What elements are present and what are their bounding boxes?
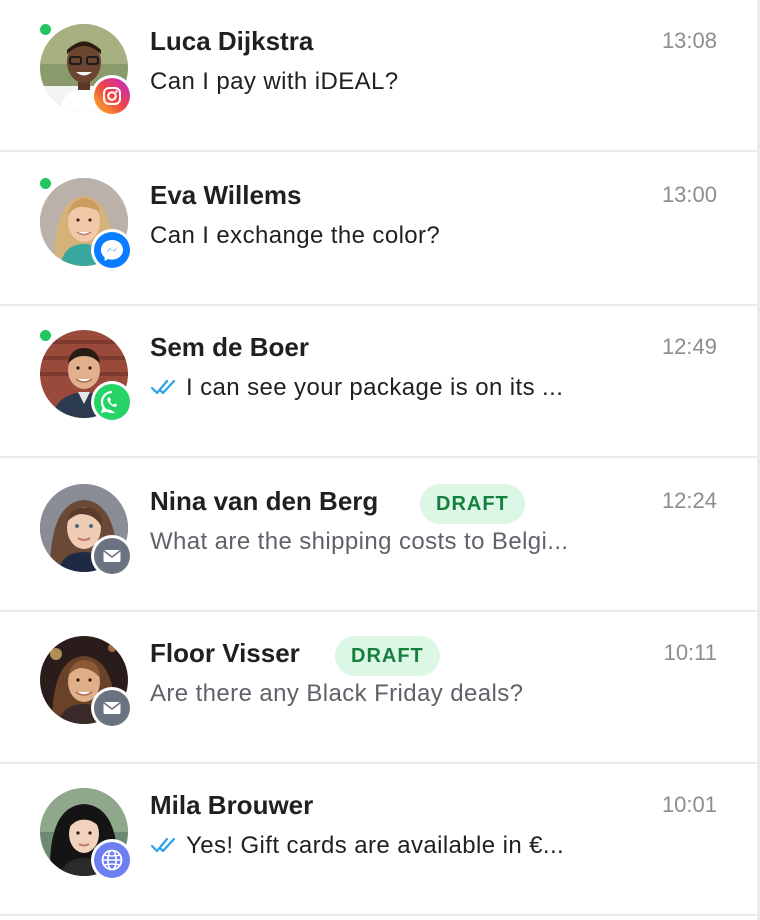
online-status-dot bbox=[40, 178, 51, 189]
avatar bbox=[40, 788, 133, 881]
avatar bbox=[40, 178, 133, 271]
contact-name: Eva Willems bbox=[150, 180, 302, 210]
online-status-dot bbox=[40, 330, 51, 341]
email-icon bbox=[91, 687, 133, 729]
message-preview: I can see your package is on its ... bbox=[186, 374, 564, 401]
contact-name: Floor Visser bbox=[150, 638, 300, 668]
double-check-icon bbox=[150, 379, 176, 394]
conversation-row[interactable]: Eva Willems 13:00 Can I exchange the col… bbox=[0, 154, 757, 306]
timestamp: 10:01 bbox=[661, 792, 717, 817]
message-preview: Can I pay with iDEAL? bbox=[150, 68, 399, 95]
timestamp: 10:11 bbox=[663, 640, 717, 665]
draft-badge: DRAFT bbox=[420, 484, 525, 524]
message-preview: Yes! Gift cards are available in €... bbox=[186, 832, 565, 859]
email-icon bbox=[91, 535, 133, 577]
message-preview: What are the shipping costs to Belgi... bbox=[150, 528, 569, 555]
conversation-row[interactable]: Sem de Boer 12:49 I can see your package… bbox=[0, 306, 757, 458]
timestamp: 13:08 bbox=[661, 28, 717, 53]
whatsapp-icon bbox=[91, 381, 133, 423]
timestamp: 12:49 bbox=[661, 334, 717, 359]
avatar bbox=[40, 636, 133, 729]
instagram-icon bbox=[91, 75, 133, 117]
message-preview: Are there any Black Friday deals? bbox=[150, 680, 524, 707]
message-preview-container: Yes! Gift cards are available in €... bbox=[150, 832, 564, 860]
double-check-icon bbox=[150, 837, 176, 852]
contact-name: Nina van den Berg bbox=[150, 486, 379, 516]
contact-name: Luca Dijkstra bbox=[150, 26, 314, 56]
timestamp: 12:24 bbox=[661, 488, 717, 513]
avatar bbox=[40, 484, 133, 577]
draft-badge: DRAFT bbox=[335, 636, 440, 676]
messenger-icon bbox=[91, 229, 133, 271]
conversation-row[interactable]: Nina van den Berg DRAFT 12:24 What are t… bbox=[0, 460, 757, 612]
conversation-row[interactable]: Mila Brouwer 10:01 Yes! Gift cards are a… bbox=[0, 764, 757, 916]
message-preview-container: I can see your package is on its ... bbox=[150, 374, 563, 402]
web-chat-icon bbox=[91, 839, 133, 881]
conversation-row[interactable]: Luca Dijkstra 13:08 Can I pay with iDEAL… bbox=[0, 0, 757, 152]
timestamp: 13:00 bbox=[661, 182, 717, 207]
conversation-row[interactable]: Floor Visser DRAFT 10:11 Are there any B… bbox=[0, 612, 757, 764]
conversation-list: Luca Dijkstra 13:08 Can I pay with iDEAL… bbox=[0, 0, 760, 920]
message-preview: Can I exchange the color? bbox=[150, 222, 441, 249]
avatar bbox=[40, 24, 133, 117]
contact-name: Mila Brouwer bbox=[150, 790, 314, 820]
contact-name: Sem de Boer bbox=[150, 332, 309, 362]
online-status-dot bbox=[40, 24, 51, 35]
avatar bbox=[40, 330, 133, 423]
